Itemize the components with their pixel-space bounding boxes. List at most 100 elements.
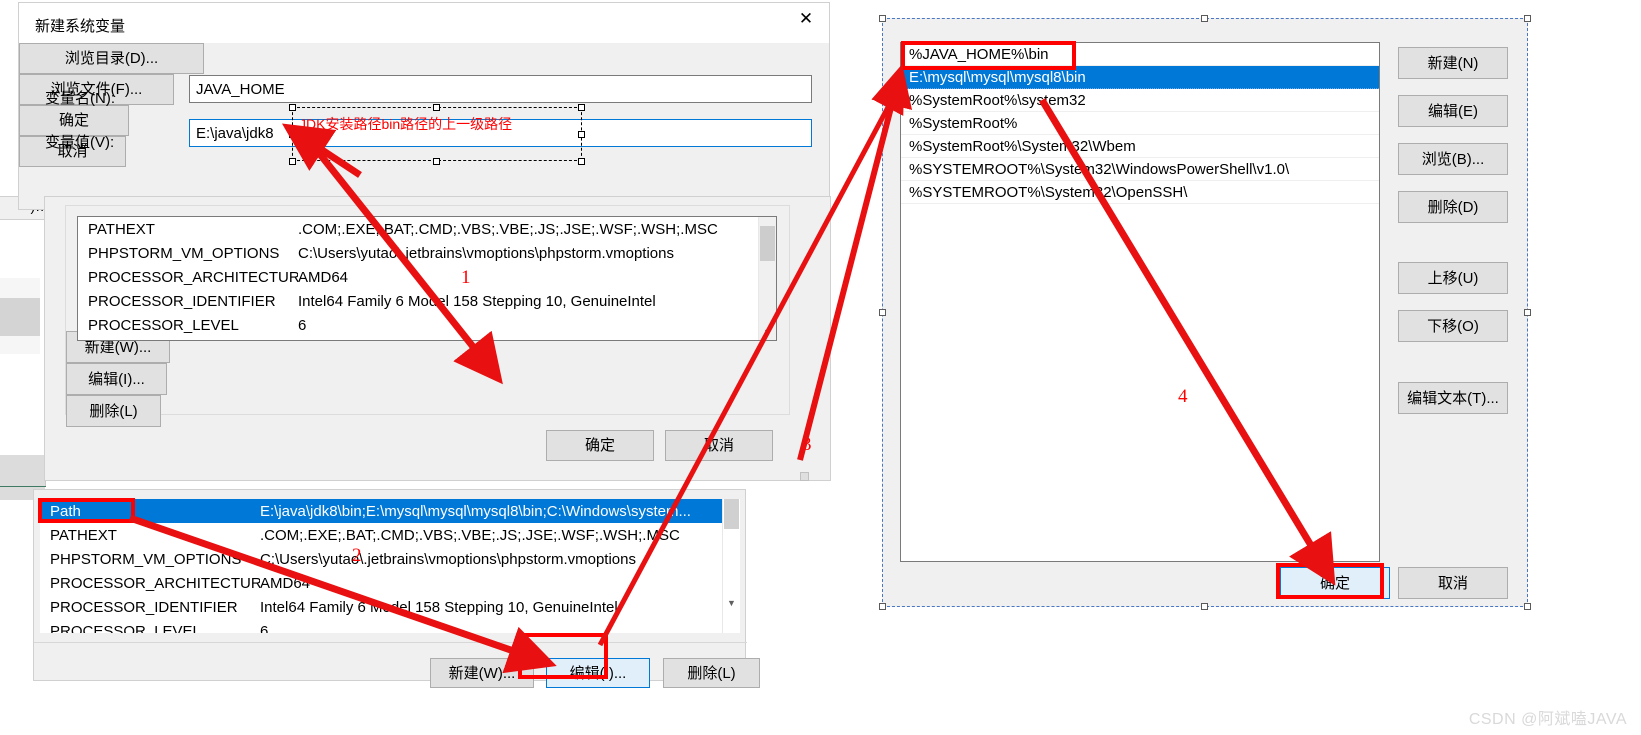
move-down-button[interactable]: 下移(O) [1398, 310, 1508, 342]
path-entry-text: %SystemRoot%\System32\Wbem [909, 137, 1136, 155]
list-bottom-divider [34, 642, 747, 643]
scrollbar-thumb[interactable] [724, 499, 739, 529]
annotation-handle-bc[interactable] [433, 158, 440, 165]
annotation-handle-bl[interactable] [289, 158, 296, 165]
delete-variable-button[interactable]: 删除(L) [66, 395, 161, 427]
browse-directory-button[interactable]: 浏览目录(D)... [19, 43, 204, 74]
variable-value: E:\java\jdk8\bin;E:\mysql\mysql\mysql8\b… [260, 502, 691, 520]
variable-name: PROCESSOR_ARCHITECTURE [50, 574, 260, 592]
table-row[interactable]: PROCESSOR_LEVEL 6 [78, 313, 776, 337]
annotation-handle-tr[interactable] [578, 104, 585, 111]
table-row[interactable]: Path E:\java\jdk8\bin;E:\mysql\mysql\mys… [40, 499, 740, 523]
list-item[interactable]: E:\mysql\mysql\mysql8\bin [901, 66, 1379, 89]
vertical-scrollbar[interactable]: ▼ [758, 217, 776, 340]
table-row[interactable]: PROCESSOR_IDENTIFIER Intel64 Family 6 Mo… [40, 595, 740, 619]
background-window-2 [0, 278, 40, 298]
variable-name: PROCESSOR_ARCHITECTURE [88, 268, 298, 286]
variable-value: AMD64 [260, 574, 311, 592]
browse-button[interactable]: 浏览(B)... [1398, 143, 1508, 175]
path-entry-text: %SystemRoot% [909, 114, 1018, 132]
variable-value: Intel64 Family 6 Model 158 Stepping 10, … [260, 598, 618, 616]
table-row[interactable]: PROCESSOR_REVISION 9e0a [78, 337, 776, 342]
variable-name: PROCESSOR_IDENTIFIER [50, 598, 238, 616]
variable-name: PROCESSOR_IDENTIFIER [88, 292, 276, 310]
selection-handle-bc[interactable] [1201, 603, 1208, 610]
selection-handle-tr[interactable] [1524, 15, 1531, 22]
path-ok-button[interactable]: 确定 [1280, 567, 1390, 599]
path-entry-text: %JAVA_HOME%\bin [909, 45, 1049, 63]
env-ok-button[interactable]: 确定 [546, 430, 654, 461]
jdk-path-note: JDK安装路径bin路径的上一级路径 [299, 116, 513, 132]
table-row[interactable]: PHPSTORM_VM_OPTIONS C:\Users\yutao\.jetb… [78, 241, 776, 265]
selection-handle-bl[interactable] [879, 603, 886, 610]
edit-variable-button-2[interactable]: 编辑(I)... [546, 658, 650, 688]
step-number-1: 1 [461, 267, 471, 288]
system-variables-list[interactable]: PATHEXT .COM;.EXE;.BAT;.CMD;.VBS;.VBE;.J… [77, 216, 777, 341]
variable-name: PATHEXT [50, 526, 117, 544]
list-item[interactable]: %SystemRoot%\System32\Wbem [901, 135, 1379, 158]
list-item[interactable]: %SYSTEMROOT%\System32\OpenSSH\ [901, 181, 1379, 204]
selection-handle-tl[interactable] [879, 15, 886, 22]
chevron-down-icon[interactable]: ▼ [759, 323, 776, 340]
vertical-scrollbar[interactable]: ▼ [722, 499, 740, 633]
list-item[interactable]: %JAVA_HOME%\bin [901, 43, 1379, 66]
edit-variable-button[interactable]: 编辑(I)... [66, 363, 167, 395]
scrollbar-thumb[interactable] [760, 226, 775, 261]
close-icon[interactable]: ✕ [783, 3, 829, 35]
chevron-down-icon[interactable]: ▼ [723, 594, 740, 611]
annotation-handle-br[interactable] [578, 158, 585, 165]
variable-name: PATHEXT [88, 220, 155, 238]
selection-handle-tc[interactable] [1201, 15, 1208, 22]
table-row[interactable]: PROCESSOR_IDENTIFIER Intel64 Family 6 Mo… [78, 289, 776, 313]
delete-variable-button-2[interactable]: 删除(L) [663, 658, 760, 688]
new-button[interactable]: 新建(N) [1398, 47, 1508, 79]
table-row[interactable]: PATHEXT .COM;.EXE;.BAT;.CMD;.VBS;.VBE;.J… [40, 523, 740, 547]
background-window-bottom-edge [0, 486, 46, 487]
move-up-button[interactable]: 上移(U) [1398, 262, 1508, 294]
user-variables-dialog: Path E:\java\jdk8\bin;E:\mysql\mysql\mys… [33, 489, 760, 688]
variable-value: Intel64 Family 6 Model 158 Stepping 10, … [298, 292, 656, 310]
annotation-handle-mr[interactable] [578, 131, 585, 138]
variable-name: PHPSTORM_VM_OPTIONS [88, 244, 280, 262]
table-row[interactable]: PROCESSOR_ARCHITECTURE AMD64 [78, 265, 776, 289]
path-entry-text: %SYSTEMROOT%\System32\OpenSSH\ [909, 183, 1188, 201]
variable-value: 6 [298, 316, 307, 334]
variable-value: .COM;.EXE;.BAT;.CMD;.VBS;.VBE;.JS;.JSE;.… [298, 220, 718, 238]
dialog-resize-grip[interactable] [800, 472, 809, 481]
variable-value: AMD64 [298, 268, 349, 286]
annotation-handle-tc[interactable] [433, 104, 440, 111]
variable-name-label: 变量名(N): [45, 90, 115, 107]
delete-button[interactable]: 删除(D) [1398, 191, 1508, 223]
variable-value: 9e0a [298, 341, 331, 342]
variable-name-input[interactable]: JAVA_HOME [189, 75, 812, 103]
path-entries-list[interactable]: %JAVA_HOME%\bin E:\mysql\mysql\mysql8\bi… [900, 42, 1380, 562]
step-number-4: 4 [1178, 386, 1188, 407]
background-window-4 [0, 336, 40, 354]
edit-path-dialog: %JAVA_HOME%\bin E:\mysql\mysql\mysql8\bi… [882, 18, 1528, 607]
step-number-2: 2 [352, 545, 362, 566]
step-number-3: 3 [802, 434, 812, 455]
variable-value: C:\Users\yutao\.jetbrains\vmoptions\phps… [260, 550, 636, 568]
path-cancel-button[interactable]: 取消 [1398, 567, 1508, 599]
variable-value: C:\Users\yutao\.jetbrains\vmoptions\phps… [298, 244, 674, 262]
table-row[interactable]: PROCESSOR_ARCHITECTURE AMD64 [40, 571, 740, 595]
annotation-handle-ml[interactable] [289, 131, 296, 138]
selection-handle-mr[interactable] [1524, 309, 1531, 316]
list-item[interactable]: %SystemRoot% [901, 112, 1379, 135]
list-item[interactable]: %SYSTEMROOT%\System32\WindowsPowerShell\… [901, 158, 1379, 181]
selection-handle-br[interactable] [1524, 603, 1531, 610]
variable-name: PROCESSOR_REVISION [78, 341, 298, 342]
edit-text-button[interactable]: 编辑文本(T)... [1398, 382, 1508, 414]
table-row[interactable]: PHPSTORM_VM_OPTIONS C:\Users\yutao\.jetb… [40, 547, 740, 571]
env-cancel-button[interactable]: 取消 [665, 430, 773, 461]
annotation-handle-tl[interactable] [289, 104, 296, 111]
selection-handle-ml[interactable] [879, 309, 886, 316]
user-variables-list[interactable]: Path E:\java\jdk8\bin;E:\mysql\mysql\mys… [40, 499, 740, 633]
new-system-variable-dialog: 新建系统变量 ✕ 变量名(N): JAVA_HOME 变量值(V): E:\ja… [18, 2, 830, 210]
list-item[interactable]: %SystemRoot%\system32 [901, 89, 1379, 112]
dialog-title: 新建系统变量 [35, 18, 126, 35]
table-row[interactable]: PROCESSOR_LEVEL 6 [40, 619, 740, 634]
new-variable-button-2[interactable]: 新建(W)... [430, 658, 534, 688]
edit-button[interactable]: 编辑(E) [1398, 95, 1508, 127]
table-row[interactable]: PATHEXT .COM;.EXE;.BAT;.CMD;.VBS;.VBE;.J… [78, 217, 776, 241]
